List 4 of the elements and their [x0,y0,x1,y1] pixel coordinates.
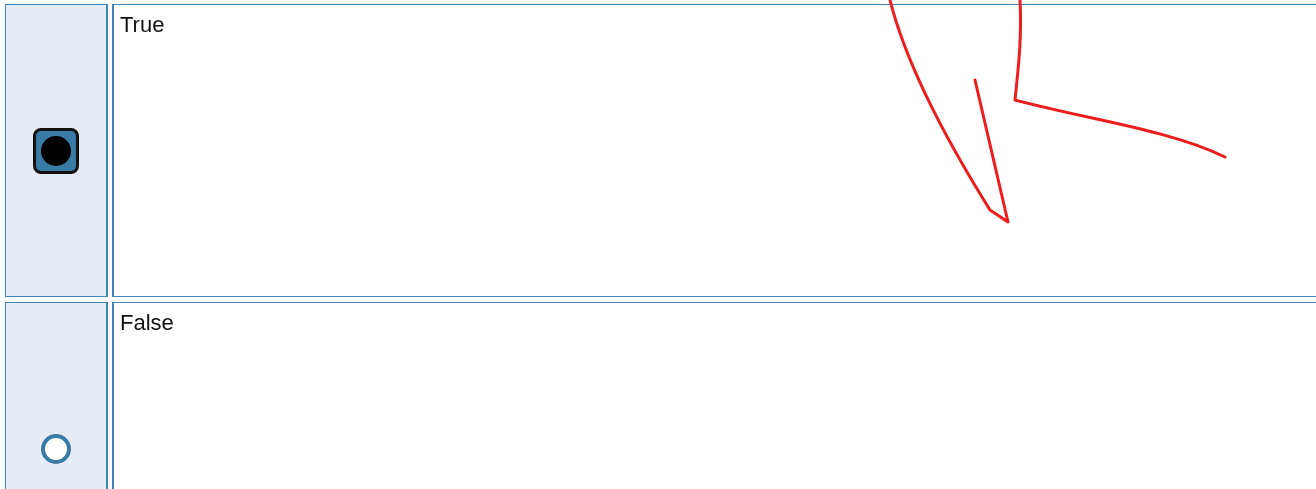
option-label: True [120,12,165,37]
option-label: False [120,310,174,335]
radio-button[interactable] [33,127,79,174]
radio-button[interactable] [41,433,71,464]
